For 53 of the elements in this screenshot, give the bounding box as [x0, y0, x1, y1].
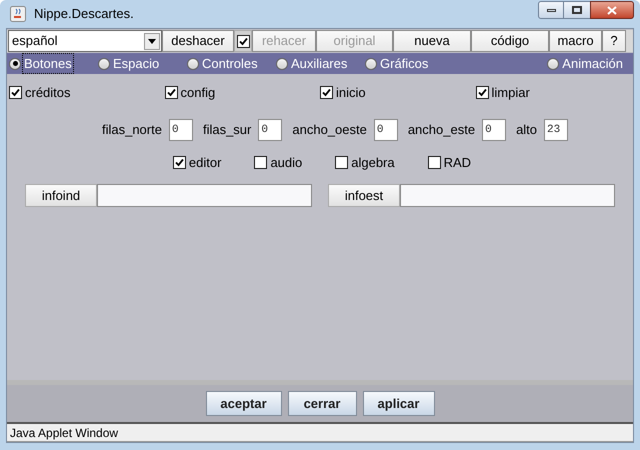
checkbox[interactable] — [236, 34, 250, 48]
window-title: Nippe.Descartes. — [34, 5, 134, 24]
dialog-button[interactable]: cerrar — [288, 391, 356, 416]
close-button[interactable] — [590, 1, 634, 19]
tab[interactable]: Gráficos — [365, 54, 454, 74]
input-field[interactable]: 0 — [482, 118, 506, 140]
field-label: alto — [516, 120, 538, 139]
status-bar: Java Applet Window — [7, 424, 633, 442]
info-button[interactable]: infoest — [328, 184, 400, 207]
checkbox-label: RAD — [444, 154, 472, 172]
checkbox-label: audio — [270, 154, 302, 172]
tab[interactable]: Controles — [187, 54, 276, 74]
checkbox[interactable] — [172, 156, 186, 169]
checkbox[interactable] — [9, 86, 22, 100]
coffee-cup-icon — [10, 6, 26, 22]
checkbox-label: créditos — [25, 84, 71, 102]
toolbar-button[interactable]: deshacer — [162, 30, 234, 52]
input-field[interactable] — [400, 184, 615, 207]
checkbox[interactable] — [335, 156, 348, 169]
field-label: filas_sur — [202, 120, 252, 139]
tab[interactable]: Auxiliares — [276, 54, 365, 74]
input-field[interactable]: 0 — [168, 118, 193, 140]
checkbox-label: editor — [188, 154, 222, 172]
close-icon — [607, 6, 617, 14]
input-field[interactable]: 0 — [258, 118, 282, 140]
input-field[interactable] — [97, 184, 312, 207]
toolbar-button[interactable]: código — [471, 30, 549, 52]
maximize-button[interactable] — [564, 1, 590, 19]
checkbox-label: limpiar — [492, 84, 530, 102]
checkbox[interactable] — [164, 86, 178, 100]
toolbar-button[interactable]: nueva — [393, 30, 471, 52]
minimize-button[interactable] — [538, 1, 564, 19]
checkbox-label: algebra — [351, 154, 395, 172]
input-field[interactable]: 23 — [544, 118, 568, 140]
toolbar-button[interactable]: macro — [549, 30, 602, 52]
checkbox-label: inicio — [336, 84, 366, 102]
help-button[interactable]: ? — [602, 30, 626, 52]
dialog-button[interactable]: aceptar — [206, 391, 282, 416]
field-label: ancho_este — [408, 120, 476, 139]
input-field[interactable]: 0 — [374, 118, 398, 140]
dialog-button[interactable]: aplicar — [362, 391, 434, 416]
checkbox[interactable] — [320, 86, 333, 100]
checkbox[interactable] — [428, 156, 441, 169]
tab[interactable]: Espacio — [98, 54, 187, 74]
checkbox-label: config — [180, 84, 216, 102]
field-label: filas_norte — [102, 120, 162, 139]
field-label: ancho_oeste — [292, 120, 367, 139]
checkbox[interactable] — [476, 86, 488, 100]
info-button[interactable]: infoind — [25, 184, 97, 207]
tab[interactable]: Animación — [547, 54, 625, 74]
checkbox[interactable] — [254, 156, 268, 169]
language-dropdown[interactable]: español — [8, 30, 162, 52]
dropdown-arrow-icon — [148, 38, 156, 44]
